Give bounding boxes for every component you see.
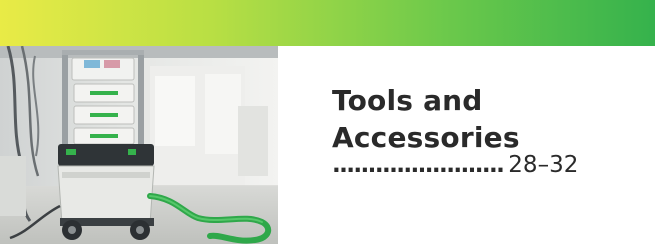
- section-title-line-2: Accessories: [332, 121, 520, 154]
- section-title: Tools and Accessories: [332, 82, 632, 156]
- header-gradient-band: [0, 0, 655, 46]
- product-photo: [0, 46, 278, 244]
- page-range: 28–32: [508, 152, 579, 178]
- section-title-line-1: Tools and: [332, 84, 483, 117]
- leader-dots: ........................: [332, 152, 505, 178]
- page-reference[interactable]: ........................ 28–32: [332, 152, 642, 184]
